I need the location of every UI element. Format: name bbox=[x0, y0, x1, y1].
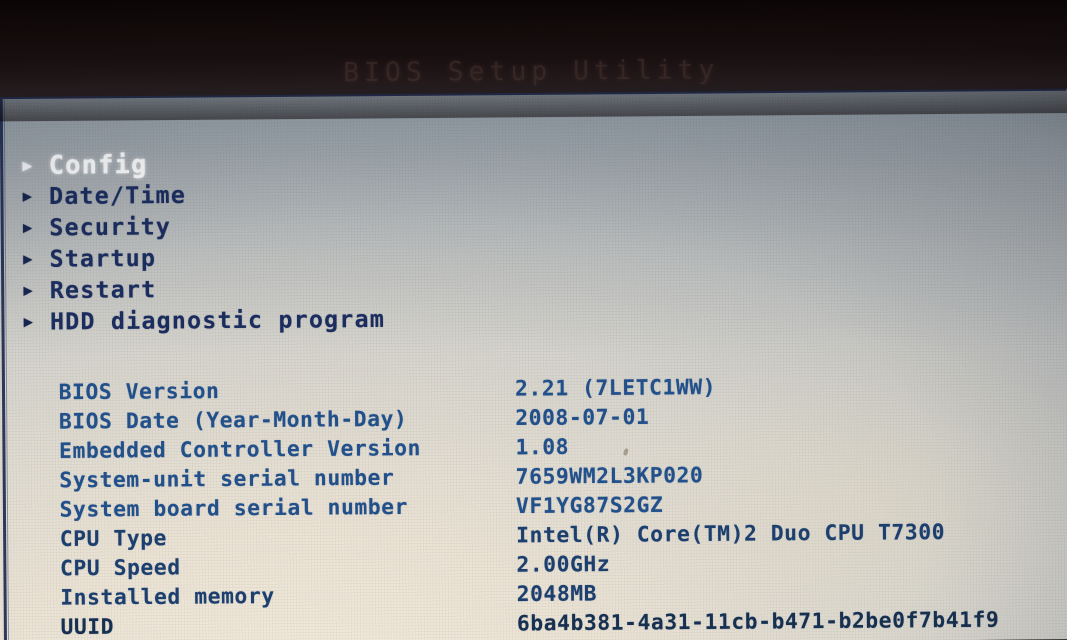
info-value: 1.08 bbox=[515, 434, 570, 460]
info-value: Intel(R) Core(TM)2 Duo CPU T7300 bbox=[516, 519, 946, 548]
system-information-table: BIOS Version 2.21 (7LETC1WW) BIOS Date (… bbox=[59, 372, 1067, 640]
right-triangle-icon: ▶ bbox=[22, 218, 33, 237]
menu-item-label: Security bbox=[49, 213, 172, 241]
info-label: CPU Speed bbox=[59, 555, 181, 581]
menu-item-restart[interactable]: ▶ Restart bbox=[23, 270, 630, 306]
info-value: 2.21 (7LETC1WW) bbox=[514, 374, 717, 401]
info-label: BIOS Version bbox=[58, 378, 220, 405]
right-triangle-icon: ▶ bbox=[22, 186, 32, 206]
right-triangle-icon: ▶ bbox=[23, 312, 33, 331]
menu-item-date-time[interactable]: ▶ Date/Time bbox=[23, 176, 630, 212]
menu-item-config[interactable]: ▶ Config bbox=[22, 145, 629, 181]
info-value: 2008-07-01 bbox=[515, 404, 650, 431]
info-label: Embedded Controller Version bbox=[59, 435, 422, 464]
info-value: 7659WM2L3KP020 bbox=[515, 463, 704, 489]
right-triangle-icon: ▶ bbox=[22, 155, 33, 175]
right-triangle-icon: ▶ bbox=[23, 281, 33, 300]
info-label: Installed memory bbox=[60, 583, 275, 610]
info-label: UUID bbox=[60, 614, 115, 640]
info-label: System board serial number bbox=[59, 494, 409, 522]
bios-content: ▶ Config ▶ Date/Time ▶ Security ▶ Startu… bbox=[0, 81, 1067, 640]
info-value: 2.00GHz bbox=[516, 551, 611, 577]
menu-item-label: Restart bbox=[49, 276, 157, 304]
menu-item-label: Config bbox=[48, 149, 148, 180]
info-value: 2048MB bbox=[516, 581, 598, 607]
info-label: CPU Type bbox=[59, 525, 168, 552]
menu-item-security[interactable]: ▶ Security bbox=[23, 208, 630, 244]
menu-item-label: Date/Time bbox=[48, 182, 187, 210]
menu-item-hdd-diagnostic-program[interactable]: ▶ HDD diagnostic program bbox=[24, 302, 631, 338]
info-label: System-unit serial number bbox=[59, 465, 395, 493]
main-menu: ▶ Config ▶ Date/Time ▶ Security ▶ Startu… bbox=[22, 145, 631, 338]
bios-screen-photo: ▶ Config ▶ Date/Time ▶ Security ▶ Startu… bbox=[0, 0, 1067, 640]
right-triangle-icon: ▶ bbox=[23, 249, 33, 268]
info-value: VF1YG87S2GZ bbox=[515, 492, 664, 519]
menu-item-label: Startup bbox=[49, 245, 157, 273]
menu-item-label: HDD diagnostic program bbox=[49, 306, 386, 336]
info-label: BIOS Date (Year-Month-Day) bbox=[58, 406, 408, 434]
screen-surface: ▶ Config ▶ Date/Time ▶ Security ▶ Startu… bbox=[0, 80, 1067, 640]
info-value: 6ba4b381-4a31-11cb-b471-b2be0f7b41f9 bbox=[516, 607, 1000, 636]
menu-item-startup[interactable]: ▶ Startup bbox=[23, 239, 630, 275]
